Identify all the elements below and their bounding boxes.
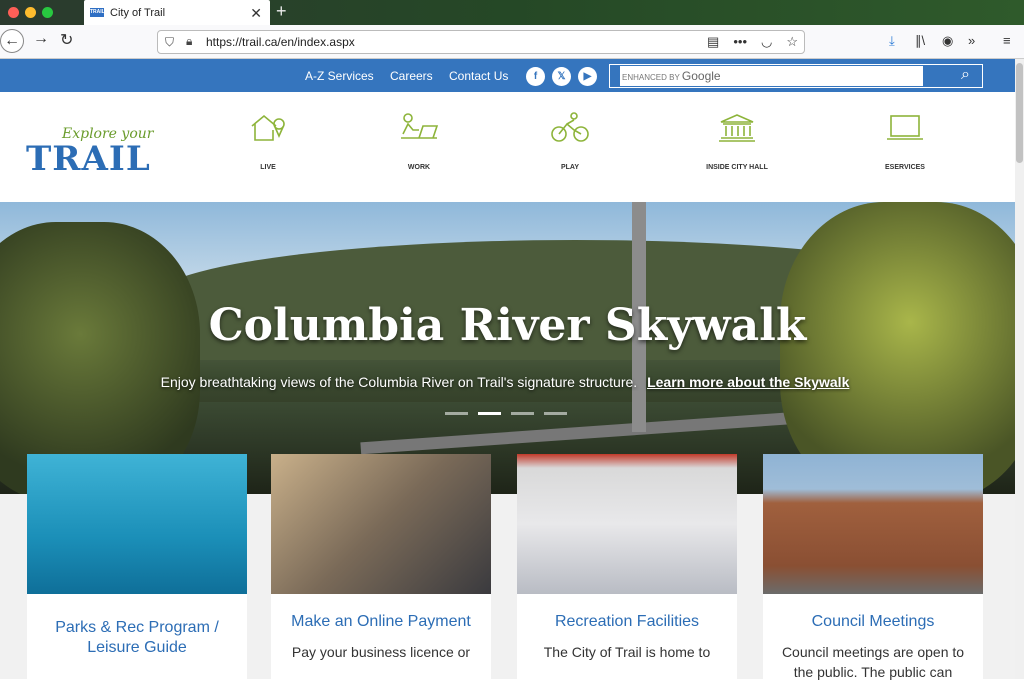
card-recreation-facilities[interactable]: Recreation Facilities The City of Trail … [517,454,737,684]
card-parks-rec[interactable]: Parks & Rec Program / Leisure Guide [27,454,247,684]
city-hall-icon [719,114,755,142]
menu-work[interactable]: WORK [364,112,474,171]
page-scrollbar[interactable] [1015,59,1024,679]
x-icon[interactable]: 𝕏 [552,67,571,86]
az-services-link[interactable]: A-Z Services [305,69,374,83]
menu-inside-city-hall[interactable]: INSIDE CITY HALL [682,112,792,171]
browser-tab[interactable]: TRAIL City of Trail ✕ [84,0,270,25]
close-tab-icon[interactable]: ✕ [250,5,262,22]
carousel-dot-active[interactable] [478,412,501,415]
card-image-arena [517,454,737,594]
youtube-icon[interactable]: ▶ [578,67,597,86]
card-text: Council meetings are open to the public.… [781,644,965,680]
menu-label: WORK [407,164,431,171]
card-council-meetings[interactable]: Council Meetings Council meetings are op… [763,454,983,684]
search-input[interactable]: ENHANCED BY Google [620,66,923,86]
maximize-window-button[interactable] [42,7,53,18]
scrollbar-thumb[interactable] [1016,63,1023,163]
library-icon[interactable]: ∥\ [915,33,925,49]
menu-label: LIVE [260,164,276,171]
forward-button[interactable]: → [33,30,49,48]
more-actions-icon[interactable]: ••• [733,34,747,50]
card-title[interactable]: Council Meetings [763,612,983,632]
back-button[interactable]: ← [0,29,24,53]
careers-link[interactable]: Careers [390,69,433,83]
menu-eservices[interactable]: ESERVICES [850,112,960,171]
browser-tab-bar: TRAIL City of Trail ✕ + [0,0,1024,25]
card-text: The City of Trail is home to [543,644,711,660]
site-search: ENHANCED BY Google ⌕ [609,64,983,88]
card-title[interactable]: Make an Online Payment [271,612,491,632]
logo-main: TRAIL [26,139,151,179]
menu-icon[interactable]: ≡ [1003,33,1011,48]
card-image-laptop [271,454,491,594]
search-prefix: ENHANCED BY [622,73,680,82]
site-header: Explore your TRAIL LIVE WORK PLAY INSIDE… [0,92,1015,202]
utility-nav: A-Z Services Careers Contact Us f 𝕏 ▶ EN… [0,59,1015,92]
favicon: TRAIL [90,8,105,17]
card-title[interactable]: Parks & Rec Program / Leisure Guide [27,618,247,658]
address-bar[interactable]: ⛉ 🔒︎ https://trail.ca/en/index.aspx ▤ ••… [157,30,805,54]
feature-cards: Parks & Rec Program / Leisure Guide Make… [0,454,1015,684]
hero-subtitle-row: Enjoy breathtaking views of the Columbia… [0,374,1010,390]
facebook-icon[interactable]: f [526,67,545,86]
tab-title: City of Trail [110,6,166,19]
card-image-pool [27,454,247,594]
reader-view-icon[interactable]: ▤ [707,34,719,50]
reload-button[interactable]: ↻ [60,30,73,50]
hero-learn-more-link[interactable]: Learn more about the Skywalk [647,374,849,390]
window-controls [8,7,53,18]
menu-label: ESERVICES [885,164,925,171]
hero-carousel: Columbia River Skywalk Enjoy breathtakin… [0,202,1015,494]
menu-live[interactable]: LIVE [213,112,323,171]
cyclist-icon [551,112,589,142]
url-text: https://trail.ca/en/index.aspx [206,35,355,49]
new-tab-button[interactable]: + [276,1,287,22]
person-laptop-icon [401,113,439,139]
card-text: Pay your business licence or [291,644,471,660]
house-location-icon [251,114,285,141]
carousel-dot[interactable] [445,412,468,415]
downloads-icon[interactable]: ⤓ [889,33,895,49]
overflow-icon[interactable]: » [968,33,975,48]
pocket-icon[interactable]: ◡ [761,34,772,50]
laptop-icon [887,115,923,140]
shield-icon[interactable]: ⛉ [165,35,174,50]
account-icon[interactable]: ◉ [942,33,953,49]
carousel-dot[interactable] [511,412,534,415]
carousel-dot[interactable] [544,412,567,415]
carousel-indicators [445,412,567,415]
menu-label: PLAY [560,164,580,171]
close-window-button[interactable] [8,7,19,18]
card-image-city-hall [763,454,983,594]
menu-play[interactable]: PLAY [515,112,625,171]
contact-us-link[interactable]: Contact Us [449,69,508,83]
menu-label: INSIDE CITY HALL [706,164,768,171]
search-icon[interactable]: ⌕ [961,66,970,84]
lock-icon[interactable]: 🔒︎ [186,34,192,49]
card-title[interactable]: Recreation Facilities [517,612,737,632]
minimize-window-button[interactable] [25,7,36,18]
browser-toolbar: ← → ↻ ⛉ 🔒︎ https://trail.ca/en/index.asp… [0,25,1024,59]
card-online-payment[interactable]: Make an Online Payment Pay your business… [271,454,491,684]
hero-subtitle: Enjoy breathtaking views of the Columbia… [160,374,638,390]
bookmark-star-icon[interactable]: ☆ [786,34,798,50]
hero-title: Columbia River Skywalk [208,300,807,351]
search-brand: Google [681,69,721,83]
